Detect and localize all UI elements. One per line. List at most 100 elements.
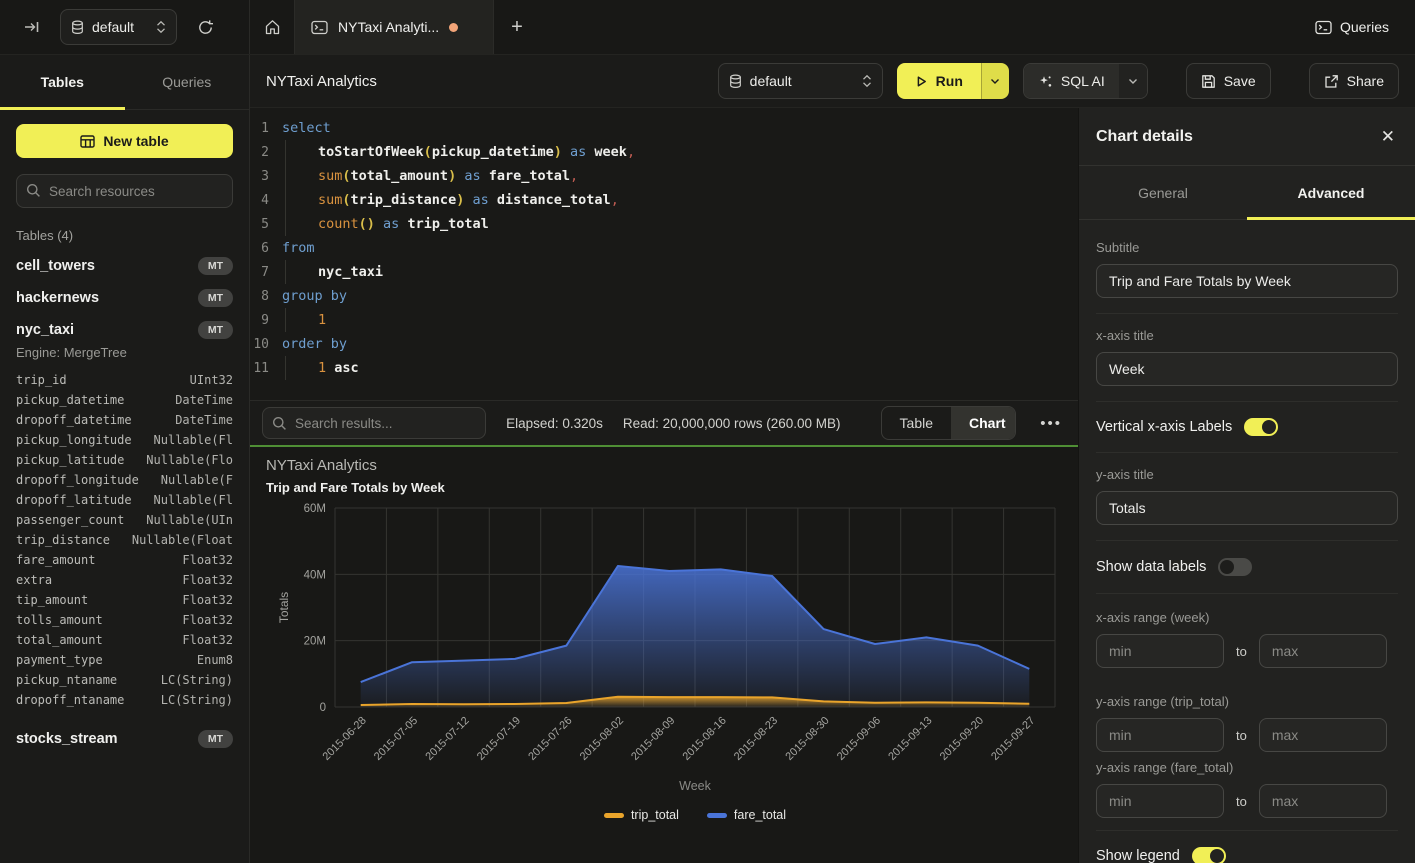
svg-text:2015-08-30: 2015-08-30: [783, 715, 831, 763]
legend-item-trip_total[interactable]: trip_total: [604, 808, 679, 822]
tab-nytaxi-analytics[interactable]: NYTaxi Analyti...: [294, 0, 494, 54]
line-number: 2: [250, 145, 282, 160]
database-selector-value: default: [750, 73, 792, 89]
run-dropdown-button[interactable]: [981, 63, 1009, 99]
queries-button[interactable]: Queries: [1315, 19, 1389, 35]
svg-text:0: 0: [320, 702, 326, 714]
tab-strip: NYTaxi Analyti... +: [250, 0, 1315, 54]
column-row: dropoff_ntanameLC(String): [16, 690, 233, 710]
xaxis-range-max-input[interactable]: [1259, 634, 1387, 668]
code-line[interactable]: 6from: [250, 236, 1078, 260]
chart-view-button[interactable]: Chart: [951, 407, 1016, 439]
sql-ai-button[interactable]: SQL AI: [1024, 64, 1119, 98]
code-line[interactable]: 111 asc: [250, 356, 1078, 380]
show-legend-row: Show legend: [1096, 847, 1398, 863]
svg-text:2015-09-13: 2015-09-13: [886, 715, 934, 763]
search-resources-input[interactable]: [16, 174, 233, 208]
subtitle-label: Subtitle: [1096, 240, 1398, 255]
share-button[interactable]: Share: [1309, 63, 1399, 99]
sidebar-tab-queries[interactable]: Queries: [125, 55, 250, 109]
svg-text:Totals: Totals: [277, 592, 291, 623]
panel-body: Subtitle x-axis title Vertical x-axis La…: [1079, 220, 1415, 863]
svg-text:2015-09-06: 2015-09-06: [835, 715, 883, 763]
panel-title: Chart details: [1096, 128, 1193, 146]
table-item-cell-towers[interactable]: cell_towers MT: [16, 257, 233, 275]
vertical-xaxis-toggle[interactable]: [1244, 418, 1278, 436]
run-button[interactable]: Run: [897, 63, 981, 99]
xaxis-range-min-input[interactable]: [1096, 634, 1224, 668]
code-line[interactable]: 5count() as trip_total: [250, 212, 1078, 236]
column-row: total_amountFloat32: [16, 630, 233, 650]
tab-advanced[interactable]: Advanced: [1247, 166, 1415, 219]
close-icon[interactable]: ✕: [1381, 127, 1395, 147]
xaxis-title-input[interactable]: [1096, 352, 1398, 386]
svg-text:2015-08-23: 2015-08-23: [732, 715, 780, 763]
code-line[interactable]: 8group by: [250, 284, 1078, 308]
share-label: Share: [1347, 73, 1384, 89]
chart-title: NYTaxi Analytics: [266, 457, 377, 474]
svg-text:2015-08-02: 2015-08-02: [578, 715, 626, 763]
code-line[interactable]: 2toStartOfWeek(pickup_datetime) as week,: [250, 140, 1078, 164]
sidebar-search: [16, 174, 233, 208]
table-grid-icon: [80, 135, 95, 148]
database-icon: [71, 20, 84, 35]
refresh-icon[interactable]: [191, 13, 219, 41]
app-window: default NYTaxi Analyti... +: [0, 0, 1415, 863]
elapsed-stat: Elapsed: 0.320s: [506, 416, 603, 431]
engine-badge: MT: [198, 257, 233, 275]
code-line[interactable]: 91: [250, 308, 1078, 332]
database-icon: [729, 74, 742, 89]
search-results-input[interactable]: [262, 407, 486, 439]
to-label: to: [1236, 728, 1247, 743]
new-tab-button[interactable]: +: [494, 0, 540, 54]
code-line[interactable]: 7nyc_taxi: [250, 260, 1078, 284]
more-options-button[interactable]: •••: [1036, 415, 1066, 432]
code-line[interactable]: 10order by: [250, 332, 1078, 356]
home-button[interactable]: [250, 0, 294, 54]
save-label: Save: [1224, 73, 1256, 89]
yaxis-range-trip-min-input[interactable]: [1096, 718, 1224, 752]
column-row: extraFloat32: [16, 570, 233, 590]
save-button[interactable]: Save: [1186, 63, 1271, 99]
terminal-icon: [1315, 20, 1332, 35]
table-item-stocks-stream[interactable]: stocks_stream MT: [16, 730, 233, 748]
svg-text:2015-08-09: 2015-08-09: [629, 715, 677, 763]
table-item-hackernews[interactable]: hackernews MT: [16, 289, 233, 307]
topbar-left: default: [0, 0, 250, 54]
show-legend-toggle[interactable]: [1192, 847, 1226, 863]
table-name: stocks_stream: [16, 731, 118, 747]
code-line[interactable]: 1select: [250, 116, 1078, 140]
yaxis-range-fare-max-input[interactable]: [1259, 784, 1387, 818]
table-view-button[interactable]: Table: [882, 407, 951, 439]
run-label: Run: [936, 73, 963, 89]
code-line[interactable]: 4sum(trip_distance) as distance_total,: [250, 188, 1078, 212]
chart-panel: 020M40M60M2015-06-282015-07-052015-07-12…: [250, 445, 1078, 863]
yaxis-range-fare-min-input[interactable]: [1096, 784, 1224, 818]
sql-ai-dropdown-button[interactable]: [1119, 64, 1147, 98]
yaxis-range-trip-max-input[interactable]: [1259, 718, 1387, 752]
new-table-button[interactable]: New table: [16, 124, 233, 158]
legend-item-fare_total[interactable]: fare_total: [707, 808, 786, 822]
tab-general[interactable]: General: [1079, 166, 1247, 219]
run-button-group: Run: [897, 63, 1009, 99]
search-icon: [26, 183, 41, 198]
sql-ai-label: SQL AI: [1061, 73, 1105, 89]
yaxis-title-input[interactable]: [1096, 491, 1398, 525]
svg-text:40M: 40M: [304, 569, 326, 581]
code-line[interactable]: 3sum(total_amount) as fare_total,: [250, 164, 1078, 188]
subtitle-input[interactable]: [1096, 264, 1398, 298]
show-data-labels-toggle[interactable]: [1218, 558, 1252, 576]
sidebar-tab-tables[interactable]: Tables: [0, 55, 125, 109]
chart-subtitle: Trip and Fare Totals by Week: [266, 480, 445, 495]
tables-section-title: Tables (4): [16, 228, 233, 243]
table-name: cell_towers: [16, 258, 95, 274]
sql-editor[interactable]: 1select2toStartOfWeek(pickup_datetime) a…: [250, 108, 1078, 400]
sidebar-body: New table Tables (4) cell_towers MT hack…: [0, 110, 249, 863]
chart-plot[interactable]: 020M40M60M2015-06-282015-07-052015-07-12…: [250, 447, 1078, 863]
column-row: passenger_countNullable(UIn: [16, 510, 233, 530]
collapse-sidebar-icon[interactable]: [18, 13, 46, 41]
xaxis-range-label: x-axis range (week): [1096, 610, 1398, 625]
sidebar-database-selector[interactable]: default: [60, 9, 177, 45]
toolbar-database-selector[interactable]: default: [718, 63, 883, 99]
table-item-nyc-taxi[interactable]: nyc_taxi MT: [16, 321, 233, 339]
